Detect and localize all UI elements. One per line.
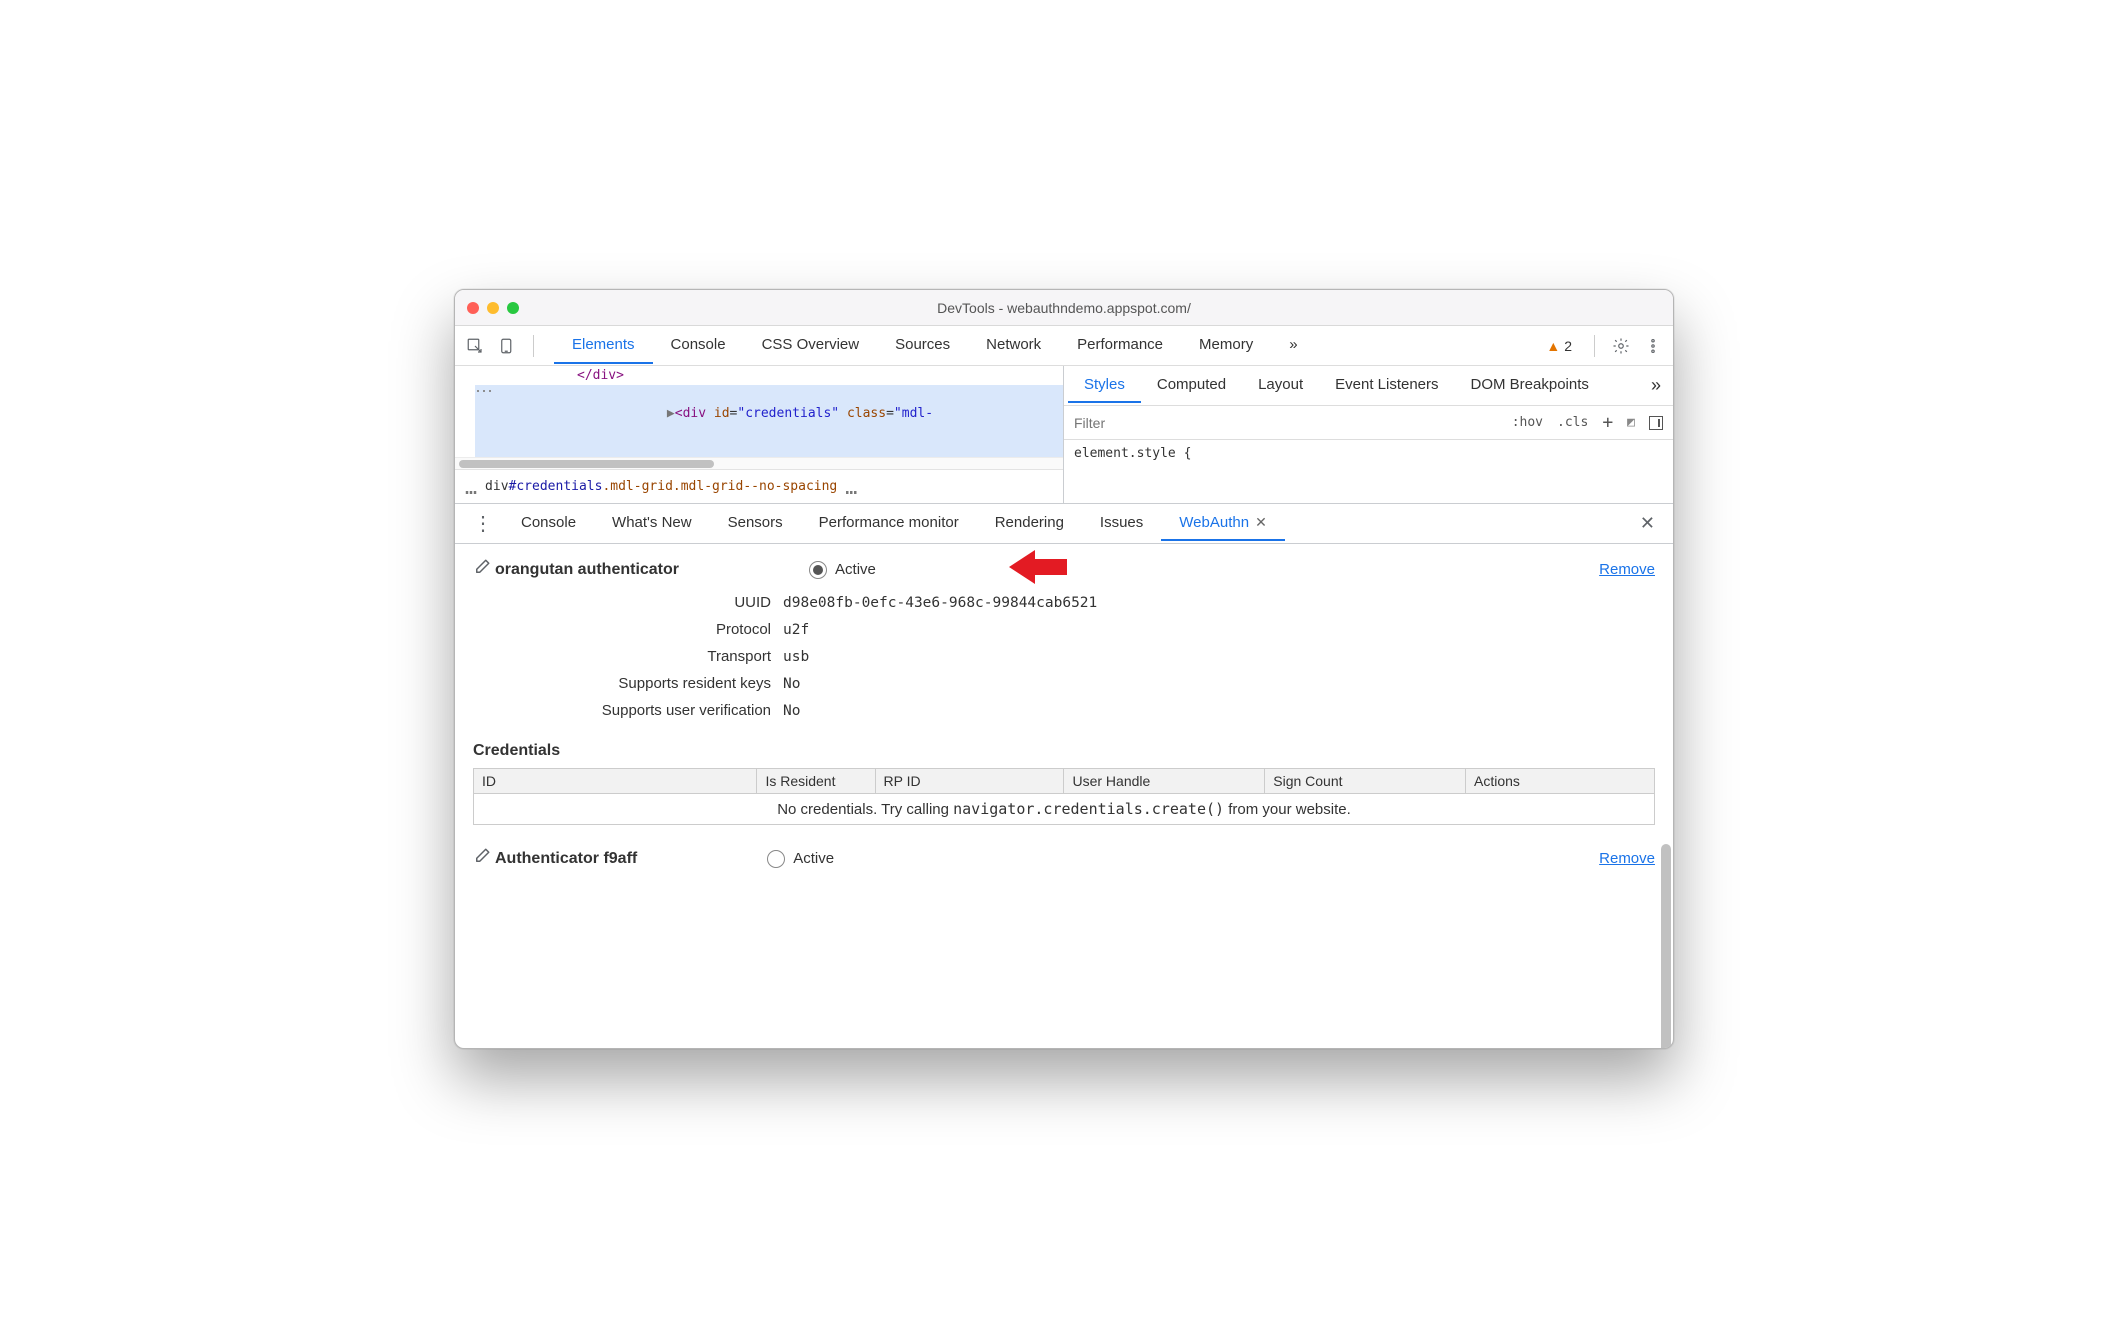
tab-styles[interactable]: Styles — [1068, 368, 1141, 403]
main-tabs: Elements Console CSS Overview Sources Ne… — [554, 327, 1316, 364]
kv-resident-keys: Supports resident keysNo — [473, 670, 1655, 697]
styles-tabs-more[interactable]: » — [1643, 375, 1669, 396]
gear-icon[interactable] — [1607, 332, 1635, 360]
authenticator-1-name: orangutan authenticator — [495, 561, 679, 579]
credentials-empty-code: navigator.credentials.create() — [953, 800, 1224, 818]
drawer-tab-perfmon[interactable]: Performance monitor — [801, 506, 977, 541]
breadcrumb-prev[interactable]: … — [465, 482, 477, 492]
warning-icon: ▲ — [1546, 338, 1560, 354]
col-id: ID — [474, 769, 757, 794]
breadcrumb-cls[interactable]: .mdl-grid.mdl-grid--no-spacing — [602, 479, 837, 494]
webauthn-panel: orangutan authenticator Active Remove UU… — [455, 544, 1673, 1048]
kv-user-verification: Supports user verificationNo — [473, 697, 1655, 724]
warnings-badge[interactable]: ▲ 2 — [1546, 338, 1572, 354]
col-rp: RP ID — [875, 769, 1064, 794]
tab-computed[interactable]: Computed — [1141, 368, 1242, 403]
edit-icon[interactable] — [473, 847, 495, 870]
kebab-menu-icon[interactable] — [1639, 332, 1667, 360]
kv-transport: Transportusb — [473, 643, 1655, 670]
kv-uuid: UUIDd98e08fb-0efc-43e6-968c-99844cab6521 — [473, 589, 1655, 616]
warning-count: 2 — [1564, 338, 1572, 354]
active-radio-checked[interactable] — [809, 561, 827, 579]
active-label: Active — [835, 561, 876, 578]
drawer-tab-issues[interactable]: Issues — [1082, 506, 1161, 541]
tab-network[interactable]: Network — [968, 327, 1059, 364]
col-signcount: Sign Count — [1265, 769, 1466, 794]
col-userhandle: User Handle — [1064, 769, 1265, 794]
credentials-heading: Credentials — [473, 724, 1655, 768]
credentials-table: ID Is Resident RP ID User Handle Sign Co… — [473, 768, 1655, 825]
authenticator-2-header: Authenticator f9aff Active Remove — [473, 825, 1655, 884]
dom-selected-row-2[interactable]: grid mdl-grid--no-spacing">…</div> — [475, 442, 1063, 457]
tab-memory[interactable]: Memory — [1181, 327, 1271, 364]
breadcrumb-id[interactable]: #credentials — [509, 479, 603, 494]
resize-corner: ◩ — [1627, 415, 1635, 430]
cls-toggle[interactable]: .cls — [1557, 415, 1588, 430]
devtools-window: DevTools - webauthndemo.appspot.com/ Ele… — [454, 289, 1674, 1049]
tab-css-overview[interactable]: CSS Overview — [744, 327, 878, 364]
elements-upper-split: </div> ⋯ ▶<div id="credentials" class="m… — [455, 366, 1673, 504]
drawer-tabs: ⋮ Console What's New Sensors Performance… — [455, 504, 1673, 544]
vertical-scrollbar[interactable] — [1659, 844, 1671, 1048]
tab-elements[interactable]: Elements — [554, 327, 653, 364]
dom-selected-row[interactable]: ⋯ ▶<div id="credentials" class="mdl- — [475, 385, 1063, 442]
drawer-tab-webauthn[interactable]: WebAuthn ✕ — [1161, 506, 1285, 541]
remove-link[interactable]: Remove — [1599, 850, 1655, 867]
tab-sources[interactable]: Sources — [877, 327, 968, 364]
tabs-overflow[interactable]: » — [1271, 327, 1315, 364]
styles-filter-row: :hov .cls + ◩ — [1064, 406, 1673, 440]
new-rule-plus[interactable]: + — [1602, 412, 1613, 433]
drawer-kebab-icon[interactable]: ⋮ — [463, 519, 503, 529]
col-actions: Actions — [1466, 769, 1655, 794]
credentials-empty-row: No credentials. Try calling navigator.cr… — [474, 794, 1655, 825]
divider — [533, 335, 534, 357]
dom-tree-pane[interactable]: </div> ⋯ ▶<div id="credentials" class="m… — [455, 366, 1064, 503]
styles-pane: Styles Computed Layout Event Listeners D… — [1064, 366, 1673, 503]
tab-layout[interactable]: Layout — [1242, 368, 1319, 403]
active-label: Active — [793, 850, 834, 867]
breadcrumb-next[interactable]: … — [845, 482, 857, 492]
tab-event-listeners[interactable]: Event Listeners — [1319, 368, 1454, 403]
devtools-toolbar: Elements Console CSS Overview Sources Ne… — [455, 326, 1673, 366]
drawer-tab-sensors[interactable]: Sensors — [710, 506, 801, 541]
authenticator-2-name: Authenticator f9aff — [495, 850, 637, 868]
annotation-arrow-icon — [1009, 544, 1069, 590]
styles-tabs: Styles Computed Layout Event Listeners D… — [1064, 366, 1673, 406]
divider — [1594, 335, 1595, 357]
mac-titlebar: DevTools - webauthndemo.appspot.com/ — [455, 290, 1673, 326]
drawer-tab-rendering[interactable]: Rendering — [977, 506, 1082, 541]
dom-closing-div: </div> — [577, 368, 624, 383]
styles-filter-input[interactable] — [1064, 409, 1512, 437]
authenticator-1-header: orangutan authenticator Active Remove — [473, 544, 1655, 589]
breadcrumb-tag[interactable]: div — [485, 479, 508, 494]
tab-dom-breakpoints[interactable]: DOM Breakpoints — [1455, 368, 1605, 403]
dom-breadcrumbs[interactable]: … div#credentials.mdl-grid.mdl-grid--no-… — [455, 469, 1063, 503]
drawer-close-icon[interactable]: ✕ — [1630, 513, 1665, 534]
element-style-block[interactable]: element.style { — [1064, 440, 1673, 467]
col-resident: Is Resident — [757, 769, 875, 794]
edit-icon[interactable] — [473, 558, 495, 581]
tab-console[interactable]: Console — [653, 327, 744, 364]
close-tab-icon[interactable]: ✕ — [1255, 514, 1267, 531]
drawer-tab-webauthn-label: WebAuthn — [1179, 514, 1249, 531]
active-radio-unchecked[interactable] — [767, 850, 785, 868]
tab-performance[interactable]: Performance — [1059, 327, 1181, 364]
window-title: DevTools - webauthndemo.appspot.com/ — [455, 300, 1673, 316]
inspect-element-icon[interactable] — [461, 332, 489, 360]
sidebar-toggle-icon[interactable] — [1649, 416, 1663, 430]
kv-protocol: Protocolu2f — [473, 616, 1655, 643]
drawer-tab-console[interactable]: Console — [503, 506, 594, 541]
hov-toggle[interactable]: :hov — [1512, 415, 1543, 430]
remove-link[interactable]: Remove — [1599, 561, 1655, 578]
horizontal-scrollbar[interactable] — [455, 457, 1063, 469]
drawer-tab-whatsnew[interactable]: What's New — [594, 506, 710, 541]
device-toolbar-icon[interactable] — [493, 332, 521, 360]
